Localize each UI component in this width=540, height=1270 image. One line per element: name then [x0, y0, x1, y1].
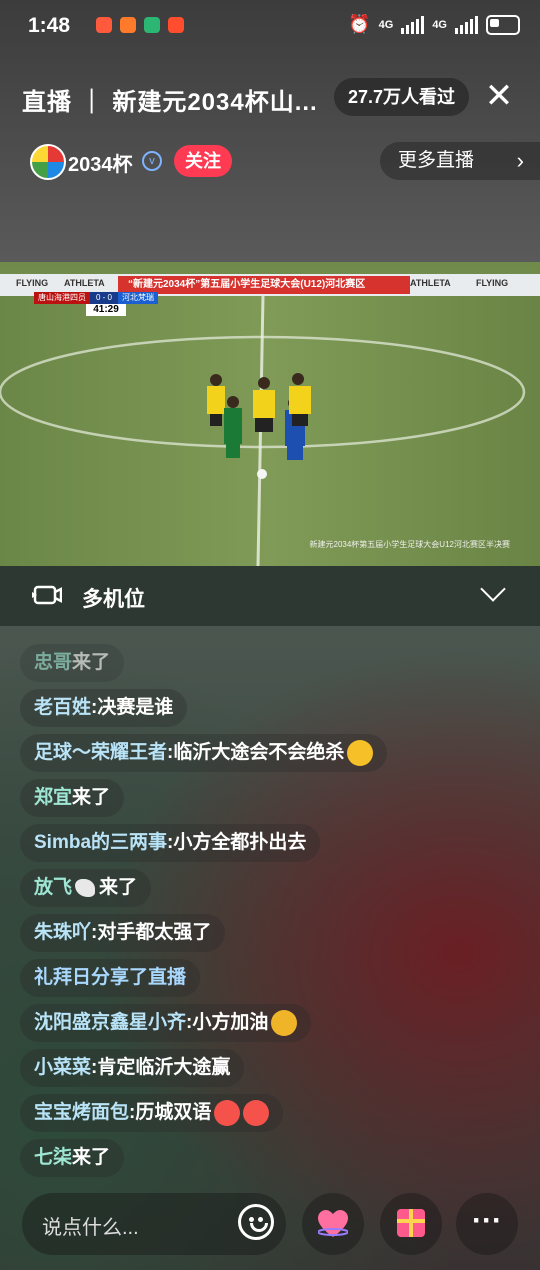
clap-emoji-icon	[347, 740, 374, 766]
signal-icon	[401, 15, 425, 34]
chat-user[interactable]: Simba的三两事	[34, 824, 167, 862]
chat-text: 决赛是谁	[97, 697, 174, 718]
chat-user[interactable]: 沈阳盛京鑫星小齐	[34, 1004, 186, 1042]
chat-message: 宝宝烤面包: 历城双语	[20, 1094, 284, 1132]
notification-icons	[96, 17, 184, 33]
chat-text: 来了	[72, 787, 111, 808]
chat-user[interactable]: 忠哥	[34, 644, 72, 682]
live-header: 直播 ｜ 新建元2034杯山... 27.7万人看过 ✕	[22, 78, 522, 118]
medal-emoji-icon	[271, 1010, 298, 1036]
chat-user[interactable]: 郑宜	[34, 779, 72, 817]
chat-message: 忠哥 来了	[20, 644, 125, 682]
chat-message: 足球～荣耀王者: 临沂大途会不会绝杀	[20, 734, 388, 772]
more-button[interactable]: ···	[456, 1193, 518, 1255]
host-row: 2034杯 v 关注 更多直播 ›	[30, 142, 540, 180]
sponsor-label: FLYING	[16, 278, 49, 288]
chat-message: 沈阳盛京鑫星小齐: 小方加油	[20, 1004, 312, 1042]
bird-emoji-icon	[75, 879, 96, 897]
app-notification-icon	[144, 17, 160, 33]
chat-text: 来了	[99, 877, 138, 898]
chat-message: 郑宜 来了	[20, 779, 125, 817]
multicam-label: 多机位	[82, 588, 145, 611]
chevron-down-icon[interactable]	[480, 576, 506, 602]
sponsor-label: ATHLETA	[410, 278, 451, 288]
cheer-emoji-icon	[243, 1100, 270, 1126]
network-label: 4G	[378, 18, 394, 31]
tournament-banner: “新建元2034杯”第五届小学生足球大会(U12)河北赛区	[118, 276, 410, 294]
live-video[interactable]: FLYING ATHLETA “新建元2034杯”第五届小学生足球大会(U12)…	[0, 262, 540, 566]
comment-input[interactable]: 说点什么...	[22, 1193, 286, 1255]
app-notification-icon	[96, 17, 112, 33]
verified-icon: v	[142, 151, 162, 171]
network-label: 4G	[432, 18, 447, 31]
home-team: 唐山海港四员	[34, 292, 90, 304]
close-icon[interactable]: ✕	[482, 79, 516, 114]
status-right: ⏰ 4G 4G	[348, 14, 520, 35]
away-team: 河北梵瑞	[118, 292, 159, 304]
chat-user[interactable]: 老百姓	[34, 689, 91, 727]
soccer-field	[0, 292, 540, 566]
chat-text: 临沂大途会不会绝杀	[173, 742, 345, 763]
chat-user[interactable]: 放飞	[34, 869, 72, 907]
like-button[interactable]	[302, 1193, 364, 1255]
viewer-count[interactable]: 27.7万人看过	[334, 78, 470, 116]
battery-icon	[486, 14, 520, 35]
cheer-emoji-icon	[214, 1100, 241, 1126]
status-time: 1:48	[28, 14, 71, 37]
more-live-label: 更多直播	[398, 150, 475, 171]
alarm-icon: ⏰	[348, 14, 371, 34]
chat-message: 七柒 来了	[20, 1139, 125, 1177]
chat-text: 肯定临沂大途赢	[97, 1057, 231, 1078]
sponsor-label: FLYING	[476, 278, 509, 288]
emoji-icon[interactable]	[238, 1204, 274, 1240]
more-live-button[interactable]: 更多直播 ›	[380, 142, 540, 180]
chat-user[interactable]: 礼拜日	[34, 959, 91, 997]
heart-icon	[318, 1210, 348, 1237]
host-avatar[interactable]	[30, 144, 66, 180]
chat-text: 小方全都扑出去	[173, 832, 307, 853]
chat-text: 来了	[72, 652, 111, 673]
live-title: 直播 ｜ 新建元2034杯山...	[22, 89, 318, 116]
multicam-bar[interactable]: 多机位	[0, 566, 540, 626]
app-notification-icon	[168, 17, 184, 33]
chat-text: 对手都太强了	[97, 922, 212, 943]
status-bar: 1:48 ⏰ 4G 4G	[0, 0, 540, 52]
host-name[interactable]: 2034杯	[68, 148, 133, 177]
score: 0 - 0	[90, 292, 119, 304]
scoreboard: 唐山海港四员 0 - 0 河北梵瑞	[34, 292, 159, 304]
multicam-icon	[32, 585, 62, 605]
more-dots-icon: ···	[472, 1204, 502, 1237]
chat-message: 小菜菜: 肯定临沂大途赢	[20, 1049, 245, 1087]
chat-message: 朱珠吖: 对手都太强了	[20, 914, 226, 952]
comment-placeholder: 说点什么...	[42, 1217, 139, 1239]
chat-message: 老百姓: 决赛是谁	[20, 689, 188, 727]
chat-message: 礼拜日 分享了直播	[20, 959, 201, 997]
chat-message: Simba的三两事: 小方全都扑出去	[20, 824, 321, 862]
follow-button[interactable]: 关注	[174, 145, 232, 177]
video-caption: 新建元2034杯第五届小学生足球大会U12河北赛区半决赛	[309, 540, 510, 549]
match-clock: 41:29	[86, 304, 126, 316]
chevron-right-icon: ›	[516, 148, 524, 173]
signal-icon	[455, 15, 478, 34]
sponsor-label: ATHLETA	[64, 278, 105, 288]
gift-button[interactable]	[380, 1193, 442, 1255]
chat-user[interactable]: 宝宝烤面包	[34, 1094, 129, 1132]
chat-text: 小方加油	[192, 1012, 269, 1033]
chat-text: 来了	[72, 1147, 111, 1168]
chat-message: 放飞 来了	[20, 869, 152, 907]
chat-user[interactable]: 朱珠吖	[34, 914, 91, 952]
chat-text: 分享了直播	[91, 967, 187, 988]
chat-user[interactable]: 足球～荣耀王者	[34, 734, 167, 772]
app-notification-icon	[120, 17, 136, 33]
chat-user[interactable]: 小菜菜	[34, 1049, 91, 1087]
chat-user[interactable]: 七柒	[34, 1139, 72, 1177]
gift-icon	[397, 1209, 425, 1237]
chat-text: 历城双语	[135, 1102, 212, 1123]
